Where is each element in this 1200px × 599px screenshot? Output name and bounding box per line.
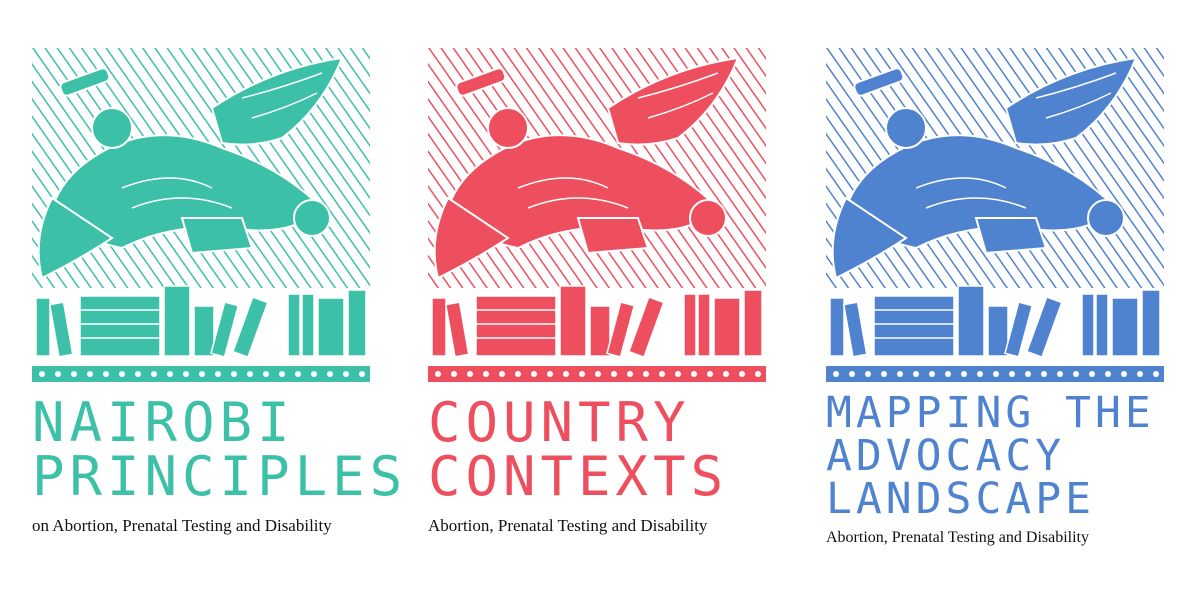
title-line: COUNTRY	[428, 391, 691, 454]
illustration-teal	[32, 48, 370, 382]
cover-subtitle: on Abortion, Prenatal Testing and Disabi…	[32, 516, 332, 535]
title-line: ADVOCACY	[826, 431, 1066, 481]
winged-creature-with-bookshelf-icon	[428, 48, 766, 382]
cover-mapping-the-advocacy-landscape: MAPPING THE ADVOCACY LANDSCAPE Abortion,…	[826, 48, 1164, 547]
cover-title: MAPPING THE ADVOCACY LANDSCAPE	[826, 392, 1164, 521]
title-line: PRINCIPLES	[32, 445, 408, 508]
cover-title: COUNTRY CONTEXTS	[428, 396, 766, 504]
cover-country-contexts: COUNTRY CONTEXTS Abortion, Prenatal Test…	[428, 48, 766, 536]
illustration-red	[428, 48, 766, 382]
title-line: NAIROBI	[32, 391, 295, 454]
title-line: LANDSCAPE	[826, 474, 1095, 524]
title-line: MAPPING THE	[826, 388, 1155, 438]
winged-creature-with-bookshelf-icon	[32, 48, 370, 382]
cover-subtitle: Abortion, Prenatal Testing and Disabilit…	[826, 529, 1089, 546]
title-line: CONTEXTS	[428, 445, 729, 508]
winged-creature-with-bookshelf-icon	[826, 48, 1164, 382]
cover-subtitle: Abortion, Prenatal Testing and Disabilit…	[428, 516, 708, 535]
cover-title: NAIROBI PRINCIPLES	[32, 391, 408, 508]
cover-nairobi-principles: NAIROBI PRINCIPLES on Abortion, Prenatal…	[32, 48, 408, 536]
illustration-blue	[826, 48, 1164, 382]
